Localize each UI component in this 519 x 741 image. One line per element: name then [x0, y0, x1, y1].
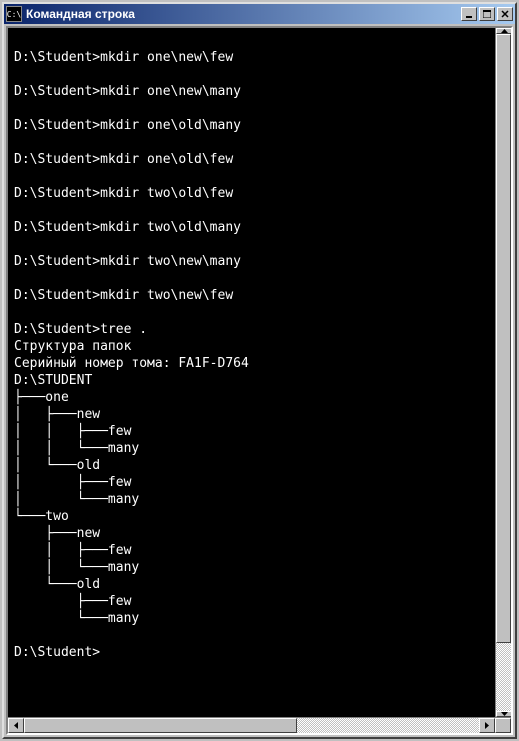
command-prompt-window: C:\ Командная строка D:\Student>mkdir on… — [2, 2, 517, 739]
window-title: Командная строка — [26, 7, 459, 21]
maximize-button[interactable] — [479, 7, 495, 21]
close-button[interactable] — [497, 7, 513, 21]
client-area: D:\Student>mkdir one\new\few D:\Student>… — [6, 26, 513, 735]
window-controls — [459, 7, 513, 21]
scrollbar-corner — [495, 718, 511, 733]
vertical-scroll-thumb[interactable] — [496, 34, 511, 643]
maximize-icon — [483, 10, 491, 18]
titlebar[interactable]: C:\ Командная строка — [4, 4, 515, 24]
close-icon — [501, 10, 509, 18]
minimize-icon — [465, 10, 473, 18]
terminal-output[interactable]: D:\Student>mkdir one\new\few D:\Student>… — [8, 28, 495, 717]
chevron-down-icon — [501, 712, 508, 716]
chevron-left-icon — [14, 722, 18, 729]
chevron-up-icon — [501, 29, 508, 33]
system-menu-icon[interactable]: C:\ — [6, 6, 22, 22]
vertical-scroll-track[interactable] — [496, 34, 511, 711]
horizontal-scroll-track[interactable] — [24, 718, 479, 733]
horizontal-scrollbar[interactable] — [8, 717, 511, 733]
scroll-left-button[interactable] — [8, 718, 24, 733]
minimize-button[interactable] — [461, 7, 477, 21]
horizontal-scroll-thumb[interactable] — [24, 718, 297, 733]
chevron-right-icon — [485, 722, 489, 729]
vertical-scrollbar[interactable] — [495, 28, 511, 717]
scroll-right-button[interactable] — [479, 718, 495, 733]
